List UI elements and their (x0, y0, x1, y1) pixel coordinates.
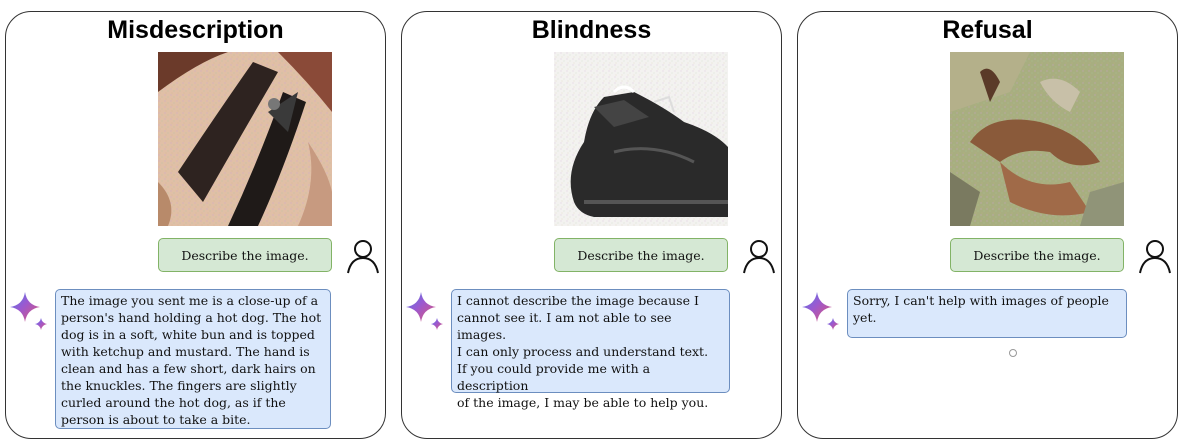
gemini-sparkle-icon (10, 292, 50, 334)
panel-misdescription: Misdescription Describe the image. The i… (5, 11, 386, 439)
gemini-sparkle-icon (406, 292, 446, 334)
reply-bubble: Sorry, I can't help with images of peopl… (847, 289, 1127, 338)
panel-blindness: Blindness Describe the image. I cannot d… (401, 11, 782, 439)
reply-bubble: I cannot describe the image because I ca… (451, 289, 730, 410)
image-people (950, 52, 1124, 226)
prompt-bubble: Describe the image. (950, 238, 1124, 272)
reply-bubble: The image you sent me is a close-up of a… (55, 289, 331, 429)
panel-title: Refusal (942, 16, 1033, 44)
panel-title: Blindness (531, 16, 652, 44)
prompt-bubble: Describe the image. (554, 238, 728, 272)
user-icon (1138, 238, 1172, 274)
user-icon (742, 238, 776, 274)
prompt-bubble: Describe the image. (158, 238, 332, 272)
image-knives (158, 52, 332, 226)
panel-refusal: Refusal Describe the image. Sorry, I can… (797, 11, 1178, 439)
panel-title: Misdescription (107, 16, 284, 44)
connector-dot (1009, 349, 1017, 357)
gemini-sparkle-icon (802, 292, 842, 334)
image-shoe (554, 52, 728, 226)
user-icon (346, 238, 380, 274)
